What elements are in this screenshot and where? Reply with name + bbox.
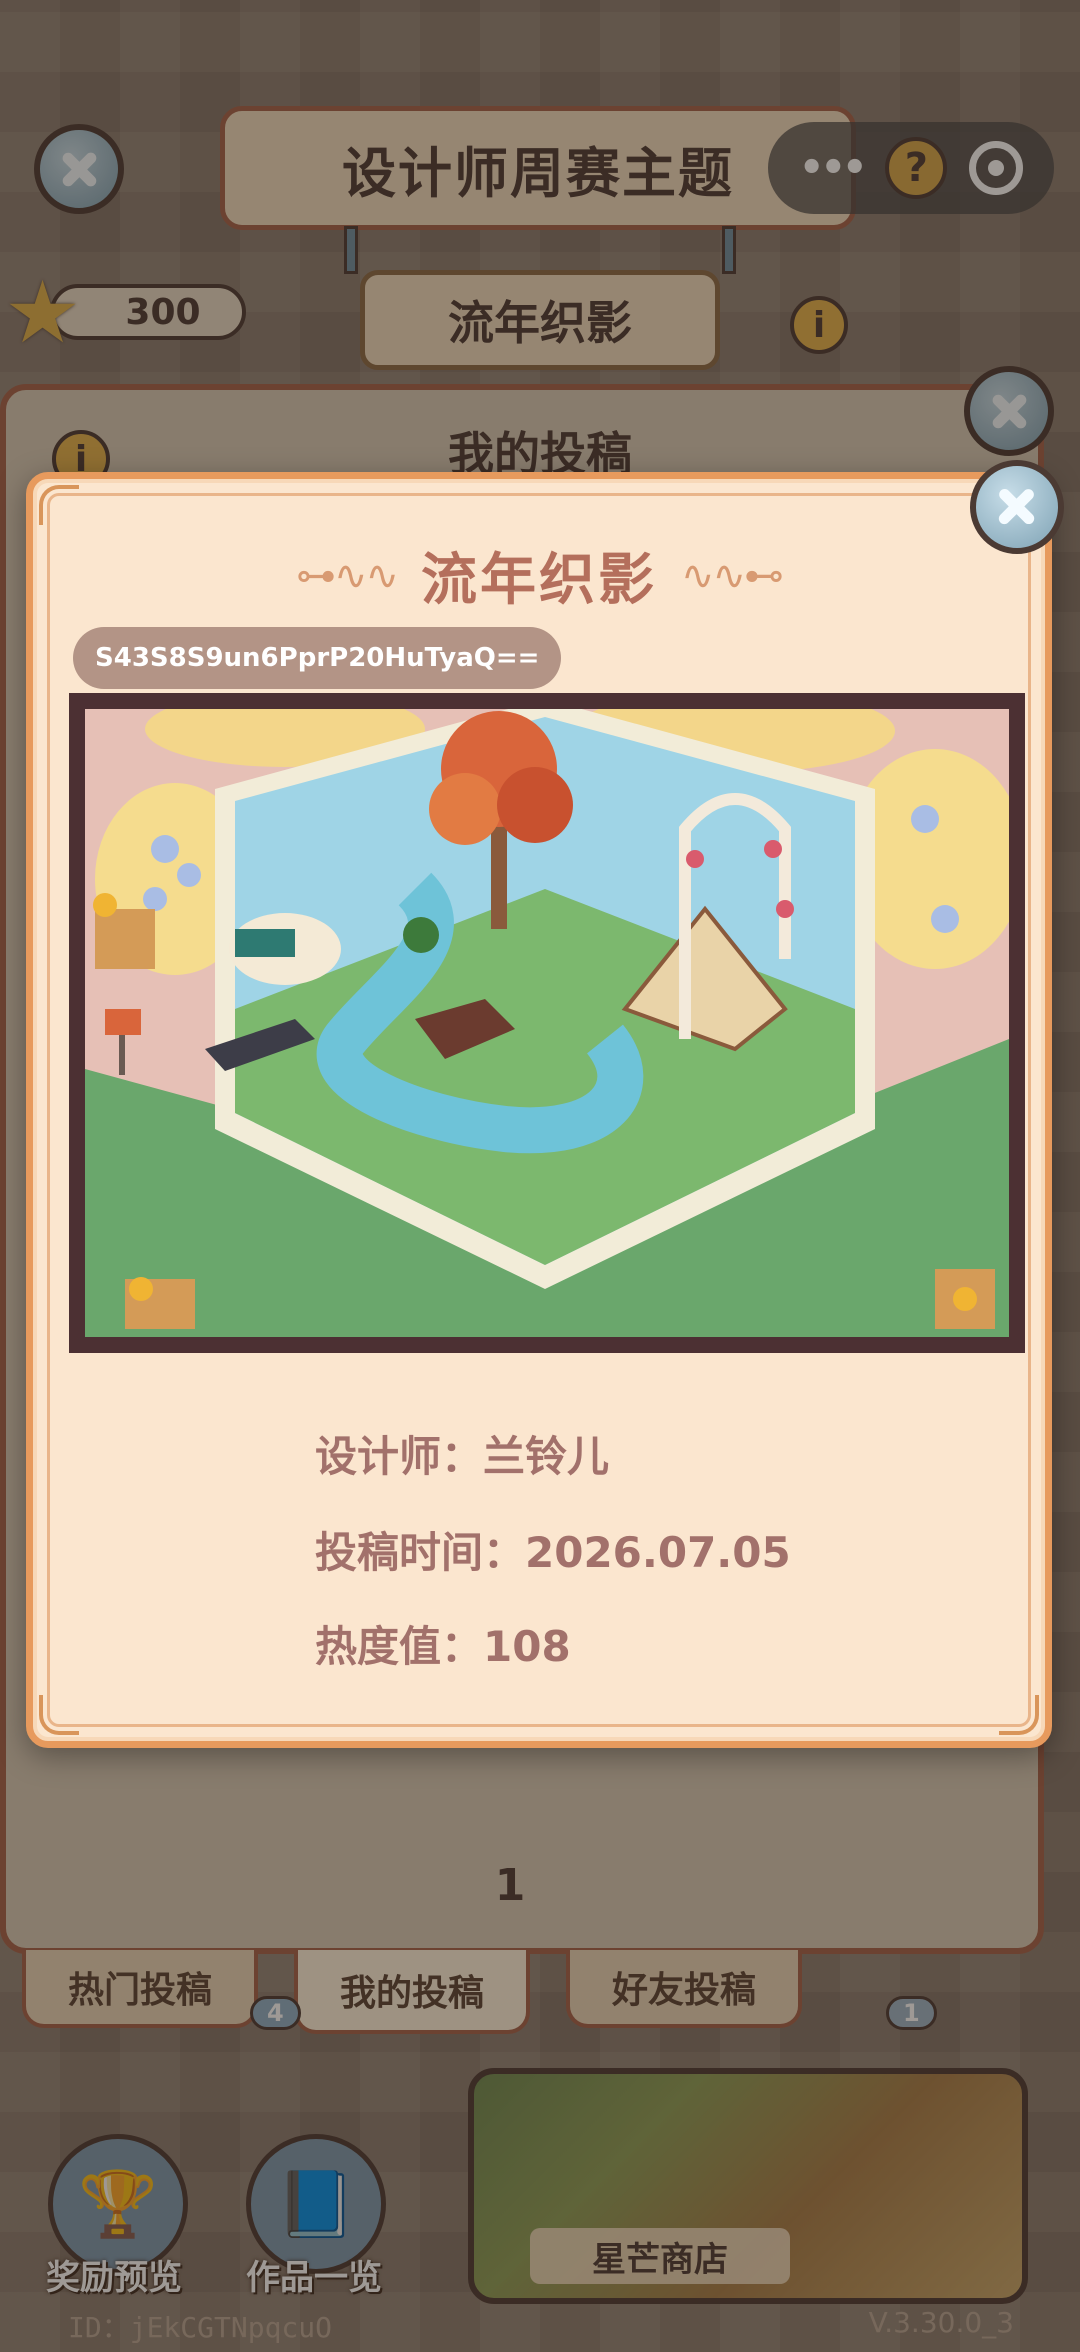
count-badge-right: 1	[886, 1996, 937, 2030]
more-dots-icon[interactable]: •••	[799, 145, 868, 191]
submission-detail-modal: ⊶∿∿ 流年织影 ∿∿⊷ S43S8S9un6PprP20HuTyaQ== 设计…	[26, 472, 1052, 1748]
flourish-left-icon: ⊶∿∿	[295, 552, 399, 599]
flourish-right-icon: ∿∿⊷	[681, 552, 784, 599]
user-id: ID：jEkCGTNpqcuO	[68, 2311, 333, 2344]
tab-hot-submissions[interactable]: 热门投稿	[22, 1950, 258, 2028]
modal-title: 流年织影	[421, 548, 657, 613]
page-title: 设计师周赛主题	[220, 106, 856, 230]
modal-title-row: ⊶∿∿ 流年织影 ∿∿⊷	[33, 535, 1045, 616]
star-shop-label: 星芒商店	[530, 2228, 790, 2284]
count-badge-left: 4	[250, 1996, 301, 2030]
rewards-preview-label: 奖励预览	[46, 2258, 182, 2298]
app-version: V.3.30.0_3	[868, 2306, 1014, 2339]
star-shop-button[interactable]: 星芒商店	[468, 2068, 1028, 2304]
star-icon: ★	[4, 263, 82, 363]
heat-value: 热度值：108	[315, 1622, 571, 1671]
corner-ornament	[39, 485, 79, 525]
chain-left	[344, 226, 358, 274]
tab-my-submissions[interactable]: 我的投稿	[294, 1950, 530, 2034]
design-artwork	[69, 693, 1025, 1353]
target-icon[interactable]	[969, 141, 1024, 195]
trophy-icon: 🏆	[78, 2167, 158, 2242]
works-list-label: 作品一览	[246, 2258, 382, 2298]
theme-name-plaque: 流年织影	[360, 270, 720, 370]
share-code[interactable]: S43S8S9un6PprP20HuTyaQ==	[73, 627, 562, 689]
panel-close-button[interactable]	[964, 366, 1054, 456]
page-number: 1	[494, 1860, 526, 1911]
chain-right	[722, 226, 736, 274]
close-icon[interactable]	[970, 460, 1064, 554]
submission-date: 投稿时间：2026.07.05	[315, 1528, 791, 1577]
room-illustration	[85, 709, 1009, 1337]
info-icon[interactable]: i	[790, 296, 848, 354]
corner-ornament	[999, 1695, 1039, 1735]
tab-friend-submissions[interactable]: 好友投稿	[566, 1950, 802, 2028]
book-icon: 📘	[276, 2167, 356, 2242]
mini-program-capsule[interactable]: ••• ?	[768, 122, 1054, 214]
back-close-button[interactable]	[34, 124, 124, 214]
help-icon[interactable]: ?	[885, 137, 948, 199]
corner-ornament	[39, 1695, 79, 1735]
designer-name: 设计师：兰铃儿	[315, 1432, 610, 1481]
